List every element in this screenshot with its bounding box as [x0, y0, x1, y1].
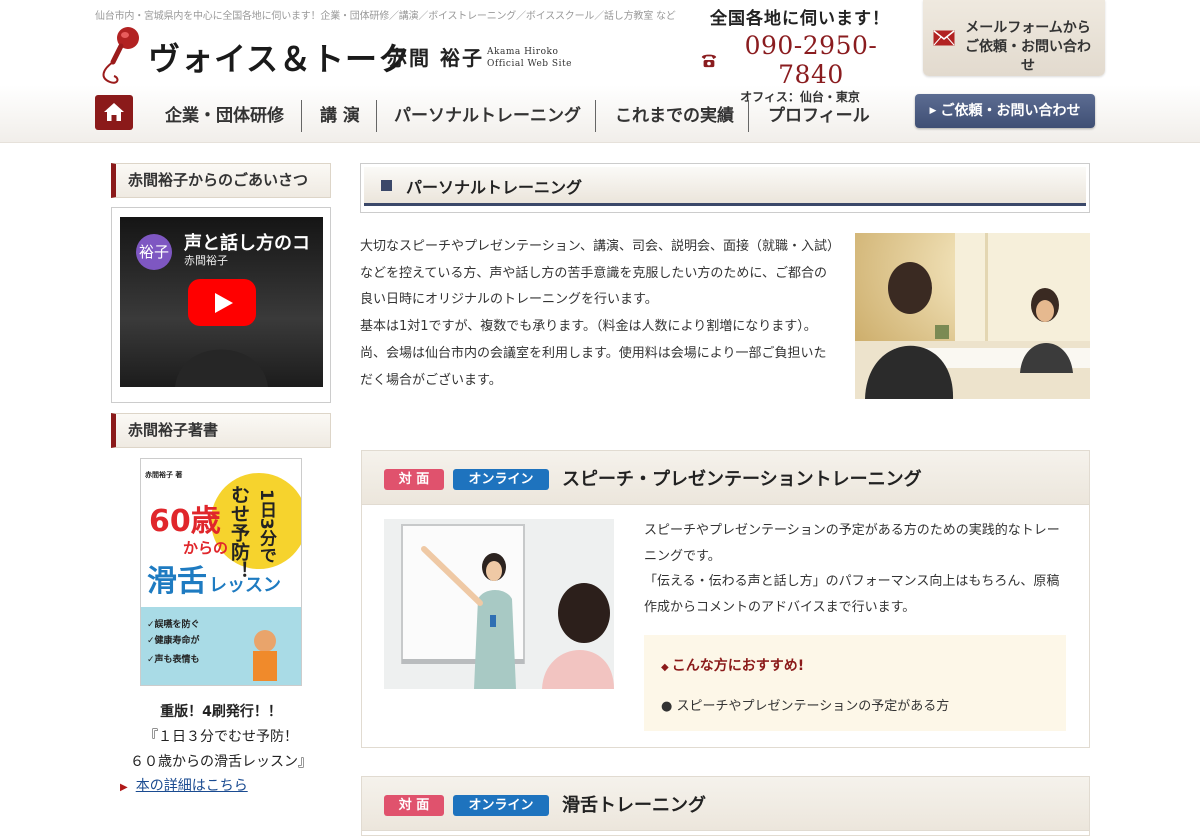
site-header: 仙台市内・宮城県内を中心に全国各地に伺います！企業・団体研修／講演／ボイストレー… — [0, 0, 1200, 143]
site-logo[interactable]: ヴォイス＆トーク 赤間 裕子 Akama Hiroko Official Web… — [100, 24, 580, 86]
mail-line: メールフォームから — [965, 20, 1091, 36]
book-caption-line: ６０歳からの滑舌レッスン』 — [130, 754, 312, 770]
nav-item-profile[interactable]: プロフィール — [768, 101, 870, 131]
home-icon — [104, 103, 124, 121]
intro-paragraph: 大切なスピーチやプレゼンテーション、講演、司会、説明会、面接（就職・入試）などを… — [360, 239, 834, 308]
svg-text:60歳: 60歳 — [149, 504, 221, 539]
online-badge: オンライン — [453, 469, 549, 490]
card-header: 対 面 オンライン 滑舌トレーニング — [362, 777, 1089, 831]
nav-item-achievements[interactable]: これまでの実績 — [615, 101, 734, 131]
svg-text:むせ予防！: むせ予防！ — [228, 485, 250, 580]
phone-row: 090-2950-7840 — [700, 31, 900, 89]
online-badge: オンライン — [453, 795, 549, 816]
card-description-line: スピーチやプレゼンテーションの予定がある方のための実践的なトレーニングです。 — [644, 523, 1060, 564]
photo-whiteboard-presenter — [384, 519, 614, 689]
phone-number[interactable]: 090-2950-7840 — [722, 31, 900, 89]
person-name: 赤間 裕子 — [387, 46, 484, 70]
svg-text:滑舌: 滑舌 — [147, 564, 207, 599]
page-title-bar: パーソナルトレーニング — [364, 167, 1086, 206]
svg-text:からの: からの — [183, 539, 228, 557]
svg-text:1日3分で: 1日3分で — [256, 489, 277, 564]
youtube-video[interactable]: 裕子 声と話し方のコ 赤間裕子 — [120, 217, 323, 387]
svg-text:赤間裕子 著: 赤間裕子 著 — [145, 470, 182, 479]
bullet-icon: ● — [661, 699, 677, 714]
training-session-photo — [855, 233, 1090, 399]
video-channel-name: 赤間裕子 — [184, 254, 228, 267]
nav-divider — [748, 100, 749, 132]
phone-block: 全国各地に伺います！ 090-2950-7840 オフィス：仙台・東京 — [700, 4, 900, 105]
recommendation-item-text: スピーチやプレゼンテーションの予定がある方 — [676, 699, 950, 714]
svg-text:✓誤嚥を防ぐ: ✓誤嚥を防ぐ — [147, 618, 200, 630]
book-caption-line: 重版！4刷発行！！ — [160, 704, 282, 720]
recommendation-box: ◆ こんな方におすすめ! ● スピーチやプレゼンテーションの予定がある方 — [644, 635, 1066, 731]
mail-form-label: メールフォームから ご依頼・お問い合わせ — [963, 19, 1093, 76]
intro-paragraph: 尚、会場は仙台市内の会議室を利用します。使用料は会場により一部ご負担いただく場合… — [360, 345, 827, 388]
romaji-name: Akama Hiroko Official Web Site — [487, 46, 572, 70]
contact-button-label: ご依頼・お問い合わせ — [940, 103, 1081, 119]
book-caption: 重版！4刷発行！！ 『１日３分でむせ予防！ ６０歳からの滑舌レッスン』 — [111, 700, 331, 775]
mail-line: ご依頼・お問い合わせ — [965, 39, 1091, 74]
envelope-icon — [933, 30, 955, 46]
square-bullet-icon — [381, 180, 392, 191]
video-embed-box: 裕子 声と話し方のコ 赤間裕子 — [111, 207, 331, 403]
contact-button[interactable]: ▶ ご依頼・お問い合わせ — [915, 94, 1095, 128]
svg-text:✓声も表情も: ✓声も表情も — [147, 653, 200, 665]
in-person-badge: 対 面 — [384, 795, 444, 816]
svg-text:✓健康寿命が: ✓健康寿命が — [147, 634, 201, 646]
card-title: 滑舌トレーニング — [562, 795, 706, 816]
header-tagline: 仙台市内・宮城県内を中心に全国各地に伺います！企業・団体研修／講演／ボイストレー… — [95, 11, 676, 22]
book-cover-art: 赤間裕子 著 1日3分で むせ予防！ 60歳 からの 滑舌 レッスン ✓誤嚥を防… — [141, 459, 301, 685]
romaji-line: Official Web Site — [487, 59, 572, 69]
triangle-right-icon: ▶ — [120, 782, 128, 793]
training-card-articulation: 対 面 オンライン 滑舌トレーニング — [361, 776, 1090, 836]
channel-avatar: 裕子 — [136, 234, 172, 270]
recommendation-title-text: こんな方におすすめ! — [671, 658, 805, 674]
diamond-bullet-icon: ◆ — [661, 662, 669, 673]
books-heading: 赤間裕子著書 — [111, 413, 331, 448]
book-cover-image[interactable]: 赤間裕子 著 1日3分で むせ予防！ 60歳 からの 滑舌 レッスン ✓誤嚥を防… — [140, 458, 302, 686]
book-caption-line: 『１日３分でむせ予防！ — [144, 729, 298, 745]
nav-divider — [595, 100, 596, 132]
nationwide-text: 全国各地に伺います！ — [710, 9, 890, 29]
card-header: 対 面 オンライン スピーチ・プレゼンテーショントレーニング — [362, 451, 1089, 505]
card-description-line: 「伝える・伝わる声と話し方」のパフォーマンス向上はもちろん、原稿作成からコメント… — [644, 574, 1060, 615]
phone-icon — [701, 54, 717, 68]
nav-item-corporate-training[interactable]: 企業・団体研修 — [165, 101, 284, 131]
training-card-speech: 対 面 オンライン スピーチ・プレゼンテーショントレーニング スピーチやプレゼン… — [361, 450, 1090, 748]
speech-training-photo — [384, 519, 614, 689]
page-title-box: パーソナルトレーニング — [360, 163, 1090, 213]
photo-meeting-room — [855, 233, 1090, 399]
card-title: スピーチ・プレゼンテーショントレーニング — [562, 469, 922, 490]
nav-divider — [376, 100, 377, 132]
romaji-line: Akama Hiroko — [487, 47, 559, 57]
intro-text: 大切なスピーチやプレゼンテーション、講演、司会、説明会、面接（就職・入試）などを… — [360, 234, 838, 394]
intro-paragraph: 基本は1対1ですが、複数でも承ります。（料金は人数により割増になります）。 — [360, 319, 817, 335]
in-person-badge: 対 面 — [384, 469, 444, 490]
nav-item-personal-training[interactable]: パーソナルトレーニング — [394, 101, 581, 131]
greeting-heading: 赤間裕子からのごあいさつ — [111, 163, 331, 198]
recommendation-title: ◆ こんな方におすすめ! — [661, 655, 804, 675]
triangle-right-icon: ▶ — [929, 106, 937, 116]
nav-item-lectures[interactable]: 講 演 — [320, 101, 360, 131]
page-title: パーソナルトレーニング — [406, 178, 583, 197]
book-details-link[interactable]: ▶ 本の詳細はこちら — [120, 775, 248, 795]
play-button-icon[interactable] — [188, 279, 256, 326]
home-button[interactable] — [95, 95, 133, 130]
svg-text:レッスン: レッスン — [209, 575, 281, 596]
book-link-label[interactable]: 本の詳細はこちら — [136, 778, 248, 794]
nav-divider — [301, 100, 302, 132]
mail-form-button[interactable]: メールフォームから ご依頼・お問い合わせ — [923, 0, 1105, 76]
card-description: スピーチやプレゼンテーションの予定がある方のための実践的なトレーニングです。 「… — [644, 518, 1069, 620]
brand-name: ヴォイス＆トーク — [148, 40, 412, 78]
microphone-icon — [102, 27, 139, 84]
recommendation-item: ● スピーチやプレゼンテーションの予定がある方 — [661, 695, 949, 714]
main-nav: 企業・団体研修 講 演 パーソナルトレーニング これまでの実績 プロフィール ▶… — [95, 94, 1105, 135]
